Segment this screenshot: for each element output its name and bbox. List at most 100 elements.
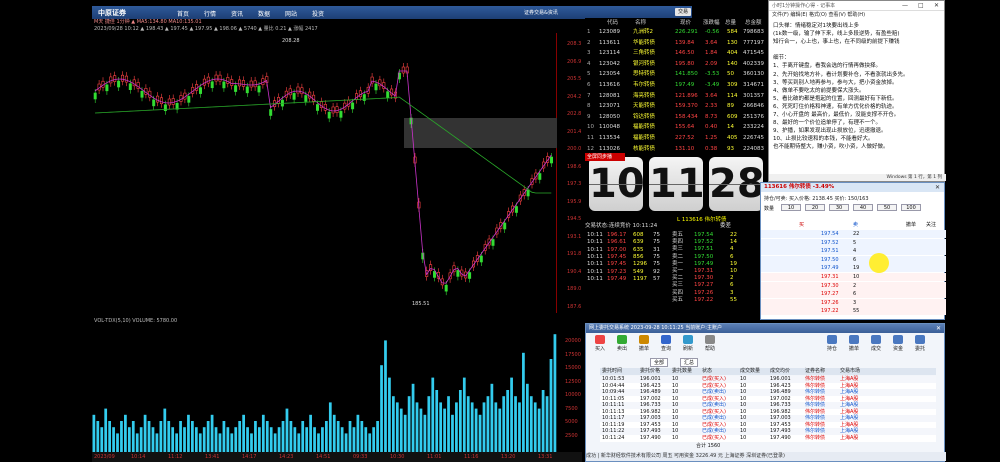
book-volume: 2: [730, 275, 734, 282]
dom-row[interactable]: 197.51 4: [761, 247, 946, 256]
broker-total: 合计 1560: [696, 443, 721, 449]
volume-bar: [179, 421, 182, 452]
quote-row[interactable]: 11 113534 福能转债 227.52 1.25 405 226745: [585, 133, 768, 144]
bond-volume: 89: [727, 103, 734, 110]
notepad-line: 口头禅：情绪稳定对1块要出线上多: [773, 23, 860, 29]
toolbar-right-button-4[interactable]: 委托: [909, 335, 931, 353]
notepad-maximize-icon[interactable]: □: [918, 2, 924, 9]
toolbar-button-1[interactable]: 卖出: [611, 335, 633, 353]
candle-body: [109, 76, 113, 84]
quick-order-title[interactable]: 113616 伟尔转债 -3.49%: [761, 183, 944, 192]
notepad-text[interactable]: 口头禅：情绪稳定对1块要出线上多 (1k数一级，输了伸下来，线上多段逆势，有盈些赔…: [769, 20, 944, 154]
volume-bar: [411, 383, 415, 452]
qty-option-button[interactable]: 50: [877, 204, 897, 211]
qty-option-button[interactable]: 40: [853, 204, 873, 211]
filter-all[interactable]: 全部: [650, 358, 669, 367]
tick-log-header: 交易状态:连续竞价 10:11:24: [585, 223, 658, 229]
volume-bar: [151, 427, 155, 452]
volume-bar: [222, 421, 226, 452]
toolbar-icon: [915, 335, 925, 344]
volume-bar: [458, 390, 462, 452]
dom-row[interactable]: 197.50 6: [761, 255, 946, 264]
dom-row[interactable]: 197.26 3: [761, 298, 946, 307]
quote-row[interactable]: 3 123114 三角转债 146.50 1.84 404 471545: [585, 48, 768, 59]
notepad-status: Windows 第 1 行，第 1 列: [769, 174, 946, 181]
bond-name: 三角转债: [633, 50, 656, 57]
toolbar-right-button-2[interactable]: 成交: [865, 335, 887, 353]
col-amount[interactable]: 总金额: [745, 18, 762, 26]
book-volume: 6: [730, 253, 734, 260]
dom-row[interactable]: 197.22 55: [761, 307, 946, 316]
left-letterbox: [0, 0, 92, 462]
menu-item-quotes[interactable]: 行情: [204, 9, 216, 18]
volume-tick: 20000: [565, 338, 581, 344]
broker-row[interactable]: 10:11:24 197.490 10 已成(买入) 10 197.490 伟尔转债 上海A股: [600, 434, 936, 442]
price-tick: 191.8: [567, 251, 582, 257]
quote-row[interactable]: 9 128050 钧达转债 158.434 8.73 609 251376: [585, 112, 768, 123]
dom-row[interactable]: 197.27 6: [761, 290, 946, 299]
qty-label: 数量: [764, 206, 775, 212]
toolbar-right-button-0[interactable]: 持仓: [821, 335, 843, 353]
toolbar-right-button-3[interactable]: 资金: [887, 335, 909, 353]
col-pct[interactable]: 涨跌幅: [703, 18, 720, 26]
quick-order-close-icon[interactable]: ✕: [935, 184, 940, 191]
dom-row[interactable]: 197.49 19: [761, 264, 946, 273]
volume-bar: [301, 421, 305, 452]
quote-row[interactable]: 2 113611 华能转债 139.84 3.64 130 777197: [585, 38, 768, 49]
menu-item-data[interactable]: 数据: [258, 9, 270, 18]
tick-row: 10:11 197.23 549 92: [585, 269, 670, 276]
dom-row[interactable]: 197.52 5: [761, 238, 946, 247]
dom-row[interactable]: 197.30 2: [761, 281, 946, 290]
quote-row[interactable]: 8 123071 天能转债 159.370 2.33 89 266846: [585, 101, 768, 112]
col-code[interactable]: 代码: [607, 18, 618, 26]
qty-option-button[interactable]: 10: [781, 204, 801, 211]
broker-cell: 197.490: [770, 434, 791, 441]
bond-code: 123054: [599, 71, 620, 78]
qty-option-button[interactable]: 100: [901, 204, 921, 211]
dom-row[interactable]: 197.31 10: [761, 273, 946, 281]
toolbar-button-5[interactable]: 帮助: [699, 335, 721, 353]
broker-title[interactable]: 网上委托交易系统 2023-09-28 10:11:25 当前账户:主账户: [586, 324, 944, 333]
menu-item-home[interactable]: 首页: [177, 9, 189, 18]
col-name[interactable]: 名称: [635, 18, 646, 26]
fullscreen-sync-button[interactable]: 全屏同步播: [585, 153, 625, 161]
menu-item-invest[interactable]: 投资: [312, 9, 324, 18]
qty-option-button[interactable]: 30: [829, 204, 849, 211]
toolbar-right-button-1[interactable]: 撤单: [843, 335, 865, 353]
volume-chart[interactable]: [92, 326, 557, 452]
qty-option-button[interactable]: 20: [805, 204, 825, 211]
menu-item-news[interactable]: 资讯: [231, 9, 243, 18]
col-price[interactable]: 现价: [680, 18, 691, 26]
quote-row[interactable]: 4 123042 银河转债 195.80 2.09 140 402339: [585, 59, 768, 70]
quote-row[interactable]: 1 123089 九洲转2 226.291 -0.56 584 798683: [585, 27, 768, 38]
tick-volume: 856: [633, 253, 644, 260]
trade-button[interactable]: 交易: [675, 8, 692, 16]
bond-code: 123042: [599, 60, 620, 67]
price-tick: 194.5: [567, 216, 582, 222]
notepad-minimize-icon[interactable]: —: [902, 2, 908, 9]
candle-body: [241, 80, 245, 87]
dom-row[interactable]: 197.54 22: [761, 230, 946, 238]
broker-table-header: 委托时间 委托价格 委托数量 状态 成交数量 成交均价 证券名称 交易市场: [600, 368, 936, 376]
toolbar-button-0[interactable]: 买入: [589, 335, 611, 353]
col-volume[interactable]: 总量: [725, 18, 736, 26]
volume-bar: [498, 408, 502, 452]
quote-row[interactable]: 7 128081 海亮转债 121.896 3.64 114 301357: [585, 91, 768, 102]
notepad-menu[interactable]: 文件(F) 编辑(E) 格式(O) 查看(V) 帮助(H): [769, 11, 944, 20]
quote-row[interactable]: 10 110048 福能转债 155.64 0.40 14 233224: [585, 122, 768, 133]
quote-row[interactable]: 6 113616 韦尔转债 197.49 -3.49 309 314671: [585, 80, 768, 91]
kline-chart[interactable]: 208.28 185.51: [92, 33, 557, 313]
app-logo[interactable]: 中原证券: [98, 8, 126, 18]
notepad-close-icon[interactable]: ✕: [934, 2, 939, 9]
toolbar-button-4[interactable]: 刷新: [677, 335, 699, 353]
broker-close-icon[interactable]: ✕: [936, 325, 941, 332]
tick-row: 10:11 197.49 1197 57: [585, 276, 670, 283]
toolbar-button-2[interactable]: 撤单: [633, 335, 655, 353]
filter-summary[interactable]: 汇总: [680, 358, 699, 367]
volume-bar: [344, 433, 348, 452]
tick-flag: 75: [653, 239, 660, 246]
toolbar-button-3[interactable]: 查询: [655, 335, 677, 353]
quote-row[interactable]: 5 123054 思特转债 141.850 -3.53 50 360130: [585, 69, 768, 80]
notepad-line: 3、等买到别人地再参与，参与大，把小资金放掉。: [773, 79, 898, 86]
menu-item-web[interactable]: 网站: [285, 9, 297, 18]
